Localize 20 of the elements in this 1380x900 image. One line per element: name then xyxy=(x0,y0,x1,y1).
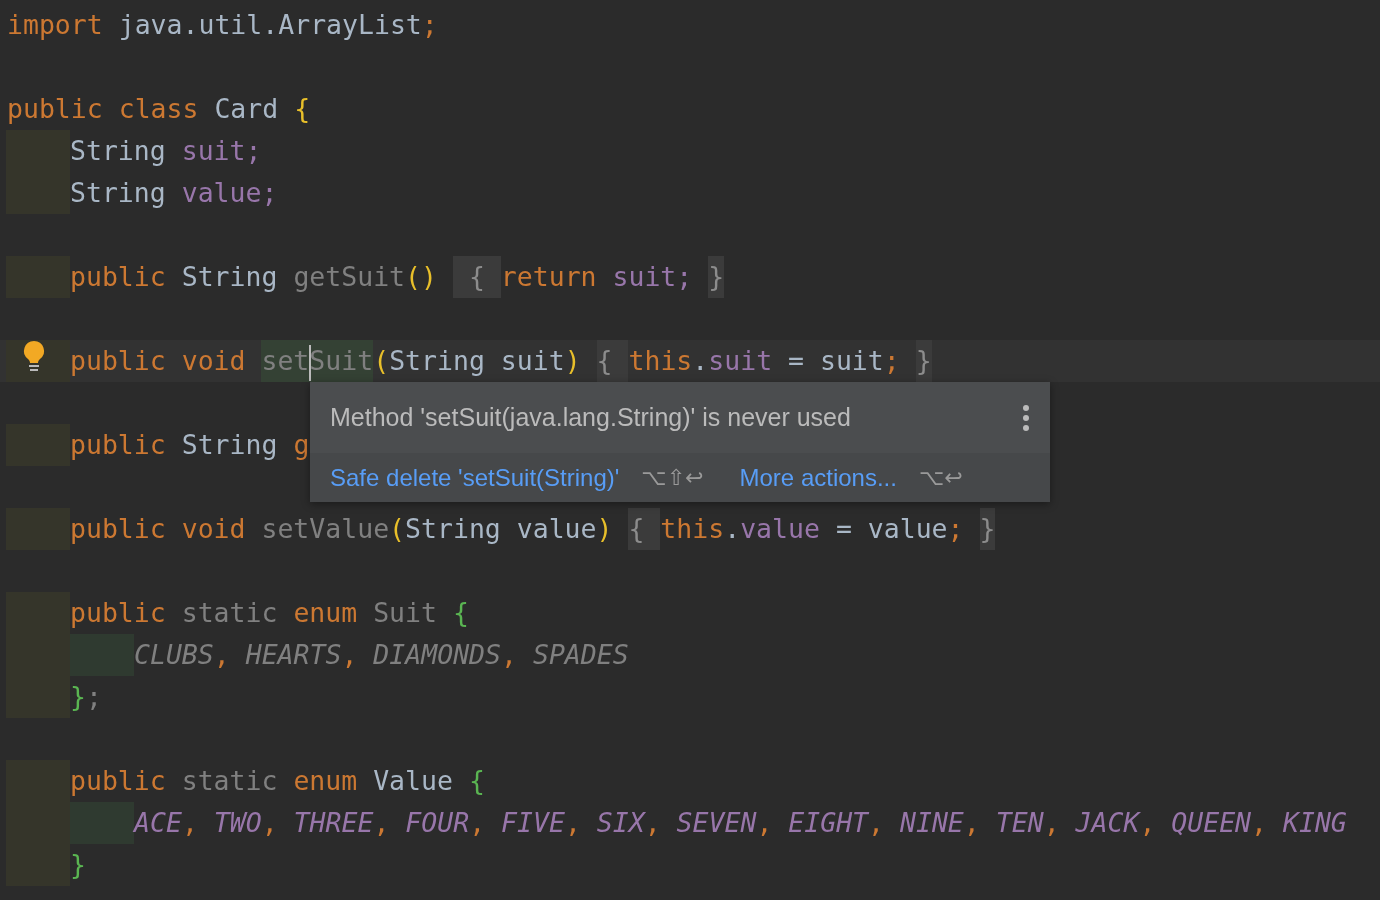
keyboard-shortcut: ⌥⇧↩ xyxy=(641,465,704,490)
code-line: String suit; xyxy=(70,134,262,168)
code-line: public static enum Suit { xyxy=(70,596,469,630)
more-options-icon[interactable] xyxy=(1022,403,1030,432)
code-line: public void setSuit(String suit) { this.suit = suit; } xyxy=(70,340,932,382)
code-line: public String getSuit() { return suit; } xyxy=(70,256,725,298)
quick-fix-link[interactable]: More actions... xyxy=(739,463,897,492)
code-line: import java.util.ArrayList; xyxy=(6,8,438,42)
code-line: }; xyxy=(70,680,102,714)
quick-fix-link[interactable]: Safe delete 'setSuit(String)' xyxy=(330,463,620,492)
code-line: CLUBS, HEARTS, DIAMONDS, SPADES xyxy=(134,638,629,672)
code-line: } xyxy=(70,848,86,882)
code-line: public String g xyxy=(70,428,310,462)
code-line: public void setValue(String value) { this.value = value; } xyxy=(70,508,996,550)
inspection-message: Method 'setSuit(java.lang.String)' is never used xyxy=(330,403,851,432)
keyboard-shortcut: ⌥↩ xyxy=(918,465,963,490)
code-line: public static enum Value { xyxy=(70,764,485,798)
code-line: public class Card { xyxy=(6,92,311,126)
code-line: ACE, TWO, THREE, FOUR, FIVE, SIX, SEVEN, EIGHT, NINE, TEN, JACK, QUEEN, KING xyxy=(134,806,1347,840)
code-line: String value; xyxy=(70,176,278,210)
